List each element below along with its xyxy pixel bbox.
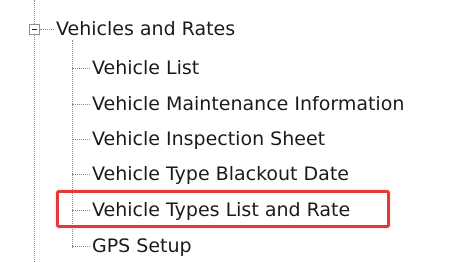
tree-view: Vehicles and Rates Vehicle List Vehicle … [0,0,467,262]
tree-node-vehicle-type-blackout-date[interactable]: Vehicle Type Blackout Date [92,162,349,186]
minus-glyph [32,29,37,30]
tree-node-vehicle-inspection-sheet[interactable]: Vehicle Inspection Sheet [92,127,325,151]
tree-node-vehicle-list[interactable]: Vehicle List [92,56,199,80]
tree-guide-line [72,104,90,105]
tree-guide-line [40,29,54,30]
tree-guide-line [72,139,90,140]
tree-guide-line [34,35,35,262]
collapse-minus-icon[interactable] [29,24,40,35]
tree-node-vehicle-maintenance-information[interactable]: Vehicle Maintenance Information [92,92,404,116]
tree-guide-line [72,68,90,69]
tree-guide-line [34,0,35,24]
tree-node-vehicles-and-rates[interactable]: Vehicles and Rates [56,17,235,41]
tree-guide-line [72,40,73,248]
tree-guide-line [72,246,90,247]
tree-guide-line [72,174,90,175]
tree-node-vehicle-types-list-and-rate[interactable]: Vehicle Types List and Rate [92,198,350,222]
tree-guide-line [72,210,90,211]
tree-node-gps-setup[interactable]: GPS Setup [92,234,192,258]
